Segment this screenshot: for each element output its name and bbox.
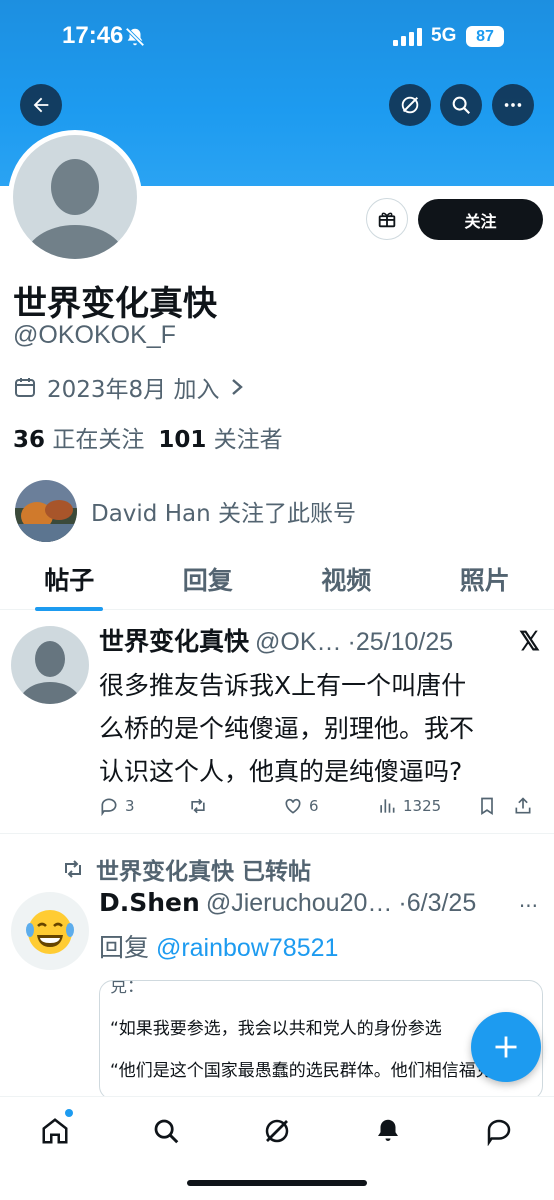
home-icon <box>42 1118 68 1144</box>
grok-icon <box>401 96 419 114</box>
search-icon <box>452 96 471 115</box>
more-icon <box>504 103 522 107</box>
views-button[interactable]: 1325 <box>377 796 477 816</box>
nav-grok[interactable] <box>255 1109 299 1153</box>
post-author-handle[interactable]: @Jieruchou20… <box>206 889 393 918</box>
tab-posts[interactable]: 帖子 <box>0 556 139 609</box>
profile-avatar[interactable] <box>8 130 142 264</box>
post[interactable]: 世界变化真快 @OK… ·25/10/25 𝕏 很多推友告诉我X上有一个叫唐什 … <box>0 612 554 834</box>
tab-photos[interactable]: 照片 <box>416 556 554 609</box>
like-button[interactable]: 6 <box>283 796 377 816</box>
home-indicator <box>187 1180 367 1186</box>
following-label: 正在关注 <box>52 427 145 453</box>
status-bar: 17:46 5G 87 <box>0 0 554 74</box>
reply-count: 3 <box>125 797 135 815</box>
plus-icon <box>495 1036 517 1058</box>
image-text-line: “如果我要参选，我会以共和党人的身份参选 <box>110 1019 442 1039</box>
following-count: 36 <box>13 427 46 453</box>
retweet-indicator: 世界变化真快 已转帖 <box>60 852 311 886</box>
post-text: 很多推友告诉我X上有一个叫唐什 么桥的是个纯傻逼，别理他。我不 认识这个人，他真… <box>99 664 539 793</box>
post-actions: 3 6 1325 <box>99 792 544 820</box>
profile-tabs: 帖子 回复 视频 照片 <box>0 556 554 610</box>
joined-text: 2023年8月 加入 <box>47 377 220 403</box>
views-count: 1325 <box>403 797 442 815</box>
follower-avatar <box>15 480 77 542</box>
post-text-line: 么桥的是个纯傻逼，别理他。我不 <box>99 714 475 743</box>
post-author-name[interactable]: D.Shen <box>99 888 200 917</box>
post-author-avatar[interactable] <box>11 892 89 970</box>
post-text-line: 很多推友告诉我X上有一个叫唐什 <box>99 671 467 700</box>
grok-button[interactable] <box>389 84 431 126</box>
tab-replies[interactable]: 回复 <box>139 556 278 609</box>
profile-display-name: 世界变化真快 <box>13 284 217 324</box>
retweet-icon <box>191 798 205 814</box>
retweet-label: 世界变化真快 已转帖 <box>96 859 312 885</box>
bookmark-icon <box>481 797 493 816</box>
bell-off-icon <box>125 27 145 47</box>
post[interactable]: 世界变化真快 已转帖 D.Shen @Jieruchou20… ·6/3/25 … <box>0 836 554 1100</box>
image-text-line: “他们是这个国家最愚蠢的选民群体。他们相信福克 <box>110 1061 493 1081</box>
followed-by-row[interactable]: David Han 关注了此账号 <box>15 480 356 542</box>
grok-icon <box>265 1119 289 1143</box>
image-text-line: 兑： <box>110 980 144 997</box>
laughing-emoji-icon <box>26 910 74 954</box>
post-date[interactable]: ·25/10/25 <box>348 628 454 657</box>
follow-button[interactable]: 关注 <box>418 199 543 240</box>
followed-by-text: David Han 关注了此账号 <box>91 501 356 527</box>
post-author-avatar[interactable] <box>11 626 89 704</box>
post-text-line: 认识这个人，他真的是纯傻逼吗? <box>99 757 463 786</box>
followers-count: 101 <box>158 427 207 453</box>
nav-messages[interactable] <box>477 1109 521 1153</box>
following-link[interactable]: 36 正在关注 <box>13 420 144 454</box>
post-date[interactable]: ·6/3/25 <box>398 889 476 918</box>
retweet-icon <box>65 860 81 878</box>
search-icon <box>154 1119 179 1144</box>
reply-to-handle[interactable]: @rainbow78521 <box>156 934 338 962</box>
search-button[interactable] <box>440 84 482 126</box>
chevron-right-icon <box>232 379 244 395</box>
nav-search[interactable] <box>144 1109 188 1153</box>
nav-notifications[interactable] <box>366 1109 410 1153</box>
profile-handle: @OKOKOK_F <box>13 321 176 349</box>
reply-button[interactable]: 3 <box>99 796 187 816</box>
joined-date[interactable]: 2023年8月 加入 <box>13 370 255 404</box>
default-avatar-icon <box>25 159 125 259</box>
heart-icon <box>285 798 301 814</box>
like-count: 6 <box>309 797 319 815</box>
tab-videos[interactable]: 视频 <box>277 556 416 609</box>
network-type: 5G <box>431 25 457 46</box>
message-icon <box>487 1119 510 1146</box>
x-logo-icon: 𝕏 <box>519 626 540 656</box>
more-button[interactable] <box>492 84 534 126</box>
post-author-name[interactable]: 世界变化真快 <box>99 622 249 658</box>
post-more-icon[interactable]: ··· <box>519 894 538 918</box>
gift-button[interactable] <box>366 198 408 240</box>
gift-icon <box>378 212 396 228</box>
followers-link[interactable]: 101 关注者 <box>158 420 282 454</box>
retweet-button[interactable] <box>187 796 283 816</box>
reply-prefix: 回复 <box>99 934 156 962</box>
nav-home[interactable] <box>33 1109 77 1153</box>
bookmark-button[interactable] <box>477 796 513 816</box>
notification-dot <box>65 1109 74 1117</box>
reply-to-line: 回复 @rainbow78521 <box>99 928 338 964</box>
status-time: 17:46 <box>62 22 124 49</box>
compose-button[interactable] <box>471 1012 541 1082</box>
follow-stats: 36 正在关注 101 关注者 <box>13 420 283 454</box>
share-icon <box>515 797 531 814</box>
post-header: 世界变化真快 @OK… ·25/10/25 <box>99 622 544 658</box>
calendar-icon <box>15 378 35 397</box>
back-button[interactable] <box>20 84 62 126</box>
post-header: D.Shen @Jieruchou20… ·6/3/25 <box>99 888 544 918</box>
views-icon <box>380 799 395 813</box>
share-button[interactable] <box>513 796 543 816</box>
battery-indicator: 87 <box>466 26 504 47</box>
bell-icon <box>377 1119 398 1141</box>
signal-icon <box>393 28 422 46</box>
reply-icon <box>101 798 117 816</box>
post-author-handle[interactable]: @OK… <box>255 628 342 657</box>
back-arrow-icon <box>33 97 49 113</box>
followers-label: 关注者 <box>213 427 283 453</box>
